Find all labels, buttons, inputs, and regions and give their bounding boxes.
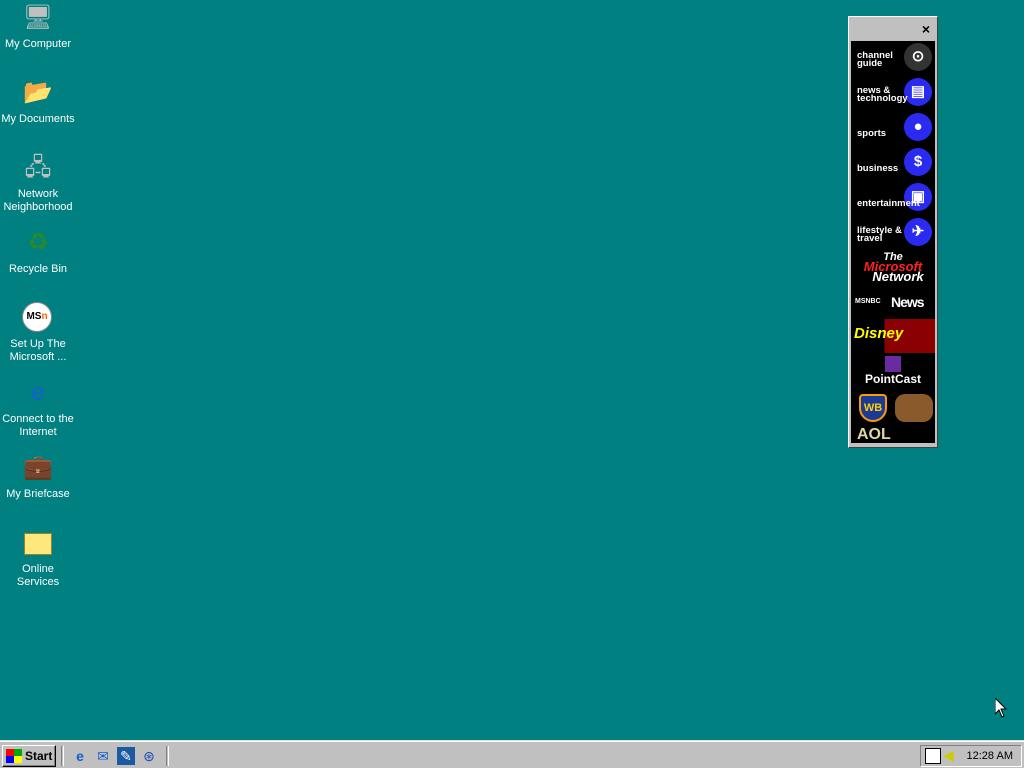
network-icon: 🖧	[24, 154, 52, 181]
channel-button[interactable]: ⊙ channel guide	[851, 41, 935, 76]
desktop-icon[interactable]: e Connect to the Internet	[0, 377, 76, 439]
folder-icon	[22, 527, 54, 559]
taskbar: Start e ✉ ✎ ⊛ ◀ 12:28 AM	[0, 740, 1024, 768]
channel-label: channel guide	[857, 50, 893, 69]
windows-logo-icon	[6, 749, 22, 763]
wb-logo: WB	[859, 394, 887, 422]
ie-icon[interactable]: e	[71, 747, 89, 765]
scheduler-icon[interactable]	[925, 748, 941, 764]
clock[interactable]: 12:28 AM	[967, 750, 1013, 762]
desktop-icon[interactable]: 📂 My Documents	[0, 77, 76, 126]
desktop-icon-label: Set Up The Microsoft ...	[9, 338, 67, 363]
desktop-icon[interactable]: MSn Set Up The Microsoft ...	[0, 302, 76, 364]
show-desktop-icon[interactable]: ✎	[117, 747, 135, 765]
pointcast-logo: PointCast	[864, 372, 921, 386]
channel-label: business	[857, 163, 899, 174]
aol-logo: AOL	[857, 426, 891, 443]
system-tray: ◀ 12:28 AM	[920, 745, 1022, 767]
desktop-icon-label: Connect to the Internet	[2, 413, 74, 438]
aol-channel[interactable]: AOL	[851, 424, 935, 443]
channel-button[interactable]: ● sports	[851, 111, 935, 146]
ie-connect-icon: e	[31, 379, 45, 406]
desktop-icon-label: My Computer	[4, 38, 72, 50]
channel-button[interactable]: $ business	[851, 146, 935, 181]
channel-button[interactable]: ▤ news & technology	[851, 76, 935, 111]
msnbc-channel[interactable]: MSNBC News	[851, 287, 935, 319]
channel-label: sports	[857, 128, 887, 139]
channel-button[interactable]: ✈ lifestyle & travel	[851, 216, 935, 251]
msn-icon: MSn	[22, 302, 54, 334]
recycle-bin-icon: ♻	[27, 229, 49, 256]
pointcast-channel[interactable]: PointCast	[851, 356, 935, 390]
desktop-icon[interactable]: 💼 My Briefcase	[0, 452, 76, 501]
computer-icon: 🖥	[22, 4, 54, 31]
pointcast-icon	[885, 356, 901, 372]
channel-label: entertainment	[857, 198, 920, 209]
warner-bros-channel[interactable]: WB	[851, 390, 935, 424]
desktop-icon-label: My Documents	[1, 113, 75, 125]
briefcase-icon: 💼	[23, 454, 53, 481]
outlook-express-icon[interactable]: ✉	[94, 747, 112, 765]
volume-icon[interactable]: ◀	[943, 747, 954, 764]
channels-icon[interactable]: ⊛	[140, 747, 158, 765]
divider	[166, 746, 169, 766]
start-button[interactable]: Start	[2, 745, 56, 767]
disney-channel[interactable]: Disney	[851, 319, 935, 353]
channel-bar: × ⊙ channel guide ▤ news & technology ● sport…	[848, 16, 938, 448]
start-label: Start	[25, 749, 53, 763]
msnbc-logo: MSNBC	[855, 298, 881, 305]
desktop-icon[interactable]: ♻ Recycle Bin	[0, 227, 76, 276]
desktop-icon-label: Recycle Bin	[8, 263, 68, 275]
msn-channel[interactable]: The Microsoft Network	[851, 251, 935, 287]
disney-logo: Disney	[854, 325, 904, 342]
desktop-icon-label: Network Neighborhood	[3, 188, 73, 213]
channel-bar-titlebar[interactable]: ×	[851, 19, 935, 41]
divider	[61, 746, 64, 766]
desktop-icon[interactable]: 🖧 Network Neighborhood	[0, 152, 76, 214]
desktop-icon-label: My Briefcase	[6, 488, 70, 500]
desktop-icon-label: Online Services	[16, 563, 60, 588]
taz-icon	[895, 394, 933, 422]
folder-documents-icon: 📂	[23, 79, 53, 106]
msnbc-news-text: News	[891, 294, 925, 310]
desktop-icon[interactable]: Online Services	[0, 527, 76, 589]
channel-label: lifestyle & travel	[857, 225, 902, 244]
channel-button[interactable]: ▣ entertainment	[851, 181, 935, 216]
close-icon[interactable]: ×	[922, 21, 930, 37]
channel-label: news & technology	[857, 85, 908, 104]
mouse-cursor-icon	[995, 698, 1007, 718]
desktop-icon[interactable]: 🖥 My Computer	[0, 2, 76, 51]
